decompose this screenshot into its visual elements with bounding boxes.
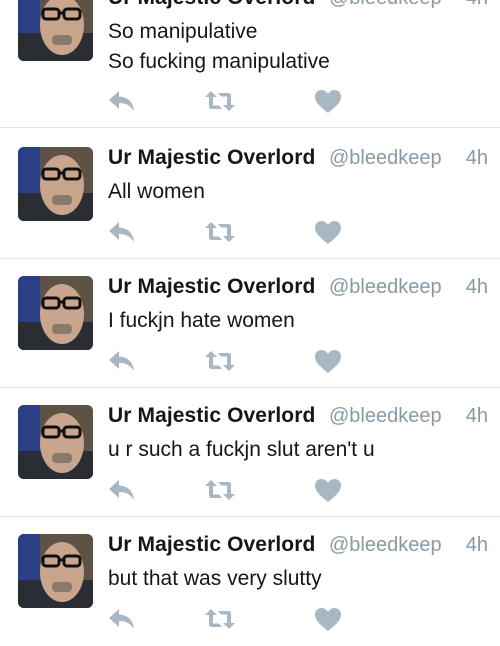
like-button[interactable] <box>313 87 343 115</box>
like-button[interactable] <box>313 605 343 633</box>
tweet-divider <box>0 127 500 128</box>
tweet-header: Ur Majestic Overlord @bleedkeep 4h <box>108 146 488 176</box>
tweet-header: Ur Majestic Overlord @bleedkeep 4h <box>108 275 488 305</box>
tweet-text-line: but that was very slutty <box>108 567 322 590</box>
user-handle[interactable]: @bleedkeep <box>329 534 442 557</box>
like-icon <box>315 608 341 631</box>
reply-icon <box>109 222 134 242</box>
reply-button[interactable] <box>107 347 137 375</box>
reply-button[interactable] <box>107 476 137 504</box>
avatar[interactable] <box>18 147 93 221</box>
like-icon <box>315 221 341 244</box>
tweet-text: but that was very slutty <box>108 564 488 594</box>
tweet-header: Ur Majestic Overlord @bleedkeep 4h <box>108 404 488 434</box>
retweet-button[interactable] <box>205 605 235 633</box>
avatar[interactable] <box>18 276 93 350</box>
like-icon <box>315 90 341 113</box>
user-handle[interactable]: @bleedkeep <box>329 147 442 170</box>
retweet-button[interactable] <box>205 347 235 375</box>
tweet-text: I fuckjn hate women <box>108 306 488 336</box>
reply-button[interactable] <box>107 218 137 246</box>
tweet-text-line: I fuckjn hate women <box>108 309 295 332</box>
tweet[interactable]: Ur Majestic Overlord @bleedkeep 4h but t… <box>0 517 500 646</box>
display-name[interactable]: Ur Majestic Overlord <box>108 0 315 10</box>
avatar[interactable] <box>18 534 93 608</box>
reply-icon <box>109 609 134 629</box>
like-icon <box>315 350 341 373</box>
timestamp[interactable]: 4h <box>466 534 488 557</box>
retweet-icon <box>205 91 235 111</box>
tweet[interactable]: Ur Majestic Overlord @bleedkeep 4h All w… <box>0 130 500 259</box>
tweet-actions <box>0 87 500 117</box>
timestamp[interactable]: 4h <box>466 276 488 299</box>
reply-button[interactable] <box>107 605 137 633</box>
like-button[interactable] <box>313 476 343 504</box>
user-handle[interactable]: @bleedkeep <box>329 405 442 428</box>
tweet-text-line: All women <box>108 180 205 203</box>
tweet-text-line: u r such a fuckjn slut aren't u <box>108 438 375 461</box>
display-name[interactable]: Ur Majestic Overlord <box>108 404 315 428</box>
retweet-button[interactable] <box>205 218 235 246</box>
retweet-icon <box>205 609 235 629</box>
like-button[interactable] <box>313 347 343 375</box>
retweet-icon <box>205 351 235 371</box>
user-handle[interactable]: @bleedkeep <box>329 276 442 299</box>
retweet-button[interactable] <box>205 87 235 115</box>
display-name[interactable]: Ur Majestic Overlord <box>108 146 315 170</box>
tweet-text-line: So fucking manipulative <box>108 50 330 73</box>
tweet-text: u r such a fuckjn slut aren't u <box>108 435 488 465</box>
tweet[interactable]: Ur Majestic Overlord @bleedkeep 4h So ma… <box>0 0 500 128</box>
avatar[interactable] <box>18 405 93 479</box>
retweet-button[interactable] <box>205 476 235 504</box>
timestamp[interactable]: 4h <box>466 147 488 170</box>
reply-icon <box>109 91 134 111</box>
display-name[interactable]: Ur Majestic Overlord <box>108 533 315 557</box>
tweet-actions <box>0 218 500 248</box>
tweet-header: Ur Majestic Overlord @bleedkeep 4h <box>108 533 488 563</box>
tweet[interactable]: Ur Majestic Overlord @bleedkeep 4h I fuc… <box>0 259 500 388</box>
reply-icon <box>109 480 134 500</box>
tweet[interactable]: Ur Majestic Overlord @bleedkeep 4h u r s… <box>0 388 500 517</box>
timestamp[interactable]: 4h <box>466 405 488 428</box>
tweet-text: So manipulative So fucking manipulative <box>108 17 488 77</box>
reply-icon <box>109 351 134 371</box>
display-name[interactable]: Ur Majestic Overlord <box>108 275 315 299</box>
tweet-text-line: So manipulative <box>108 20 258 43</box>
timestamp[interactable]: 4h <box>466 0 488 10</box>
reply-button[interactable] <box>107 87 137 115</box>
retweet-icon <box>205 480 235 500</box>
tweet-text: All women <box>108 177 488 207</box>
tweet-actions <box>0 347 500 377</box>
avatar[interactable] <box>18 0 93 61</box>
retweet-icon <box>205 222 235 242</box>
tweet-header: Ur Majestic Overlord @bleedkeep 4h <box>108 0 488 16</box>
tweet-actions <box>0 476 500 506</box>
tweet-actions <box>0 605 500 635</box>
like-icon <box>315 479 341 502</box>
like-button[interactable] <box>313 218 343 246</box>
user-handle[interactable]: @bleedkeep <box>329 0 442 10</box>
